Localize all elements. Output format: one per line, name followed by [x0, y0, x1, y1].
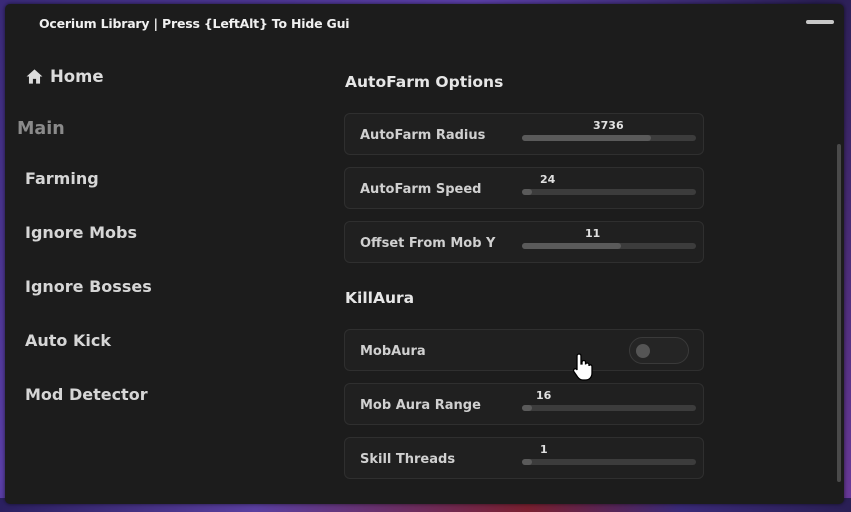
mobaura-toggle[interactable]	[629, 337, 689, 364]
skill-threads-row: Skill Threads 1	[344, 437, 704, 479]
mob-aura-range-label: Mob Aura Range	[360, 398, 481, 413]
skill-threads-value: 1	[540, 443, 548, 456]
home-label: Home	[50, 67, 104, 86]
skill-threads-slider[interactable]	[522, 459, 696, 465]
skill-threads-label: Skill Threads	[360, 452, 456, 467]
sidebar-item-auto-kick[interactable]: Auto Kick	[25, 331, 111, 350]
offset-mob-y-row: Offset From Mob Y 11	[344, 221, 704, 263]
autofarm-speed-slider-fill	[522, 189, 532, 195]
autofarm-section-title: AutoFarm Options	[345, 73, 504, 91]
sidebar-item-ignore-bosses[interactable]: Ignore Bosses	[25, 277, 152, 296]
mob-aura-range-row: Mob Aura Range 16	[344, 383, 704, 425]
autofarm-speed-row: AutoFarm Speed 24	[344, 167, 704, 209]
mob-aura-range-slider[interactable]	[522, 405, 696, 411]
offset-mob-y-label: Offset From Mob Y	[360, 236, 496, 251]
content-scrollbar[interactable]	[837, 144, 841, 482]
minimize-button[interactable]	[806, 20, 834, 24]
autofarm-radius-row: AutoFarm Radius 3736	[344, 113, 704, 155]
killaura-section-title: KillAura	[345, 289, 415, 307]
autofarm-radius-slider-fill	[522, 135, 651, 141]
offset-mob-y-value: 11	[585, 227, 601, 240]
mobaura-label: MobAura	[360, 344, 426, 359]
skill-threads-slider-fill	[522, 459, 532, 465]
autofarm-radius-slider[interactable]	[522, 135, 696, 141]
window-title: Ocerium Library | Press {LeftAlt} To Hid…	[39, 16, 350, 31]
offset-mob-y-slider-fill	[522, 243, 622, 249]
sidebar-item-mod-detector[interactable]: Mod Detector	[25, 385, 148, 404]
autofarm-speed-slider[interactable]	[522, 189, 696, 195]
autofarm-radius-label: AutoFarm Radius	[360, 128, 486, 143]
home-icon	[26, 69, 43, 84]
hand-cursor-icon	[572, 353, 593, 381]
autofarm-speed-value: 24	[540, 173, 556, 186]
sidebar-home[interactable]: Home	[25, 67, 104, 86]
mob-aura-range-slider-fill	[522, 405, 532, 411]
gui-window: Ocerium Library | Press {LeftAlt} To Hid…	[5, 4, 844, 504]
sidebar-item-farming[interactable]: Farming	[25, 169, 99, 188]
mobaura-toggle-knob	[636, 344, 650, 358]
autofarm-speed-label: AutoFarm Speed	[360, 182, 482, 197]
sidebar-item-ignore-mobs[interactable]: Ignore Mobs	[25, 223, 137, 242]
mob-aura-range-value: 16	[536, 389, 552, 402]
offset-mob-y-slider[interactable]	[522, 243, 696, 249]
mobaura-row[interactable]: MobAura	[344, 329, 704, 371]
sidebar-section-main: Main	[17, 119, 65, 139]
autofarm-radius-value: 3736	[593, 119, 624, 132]
